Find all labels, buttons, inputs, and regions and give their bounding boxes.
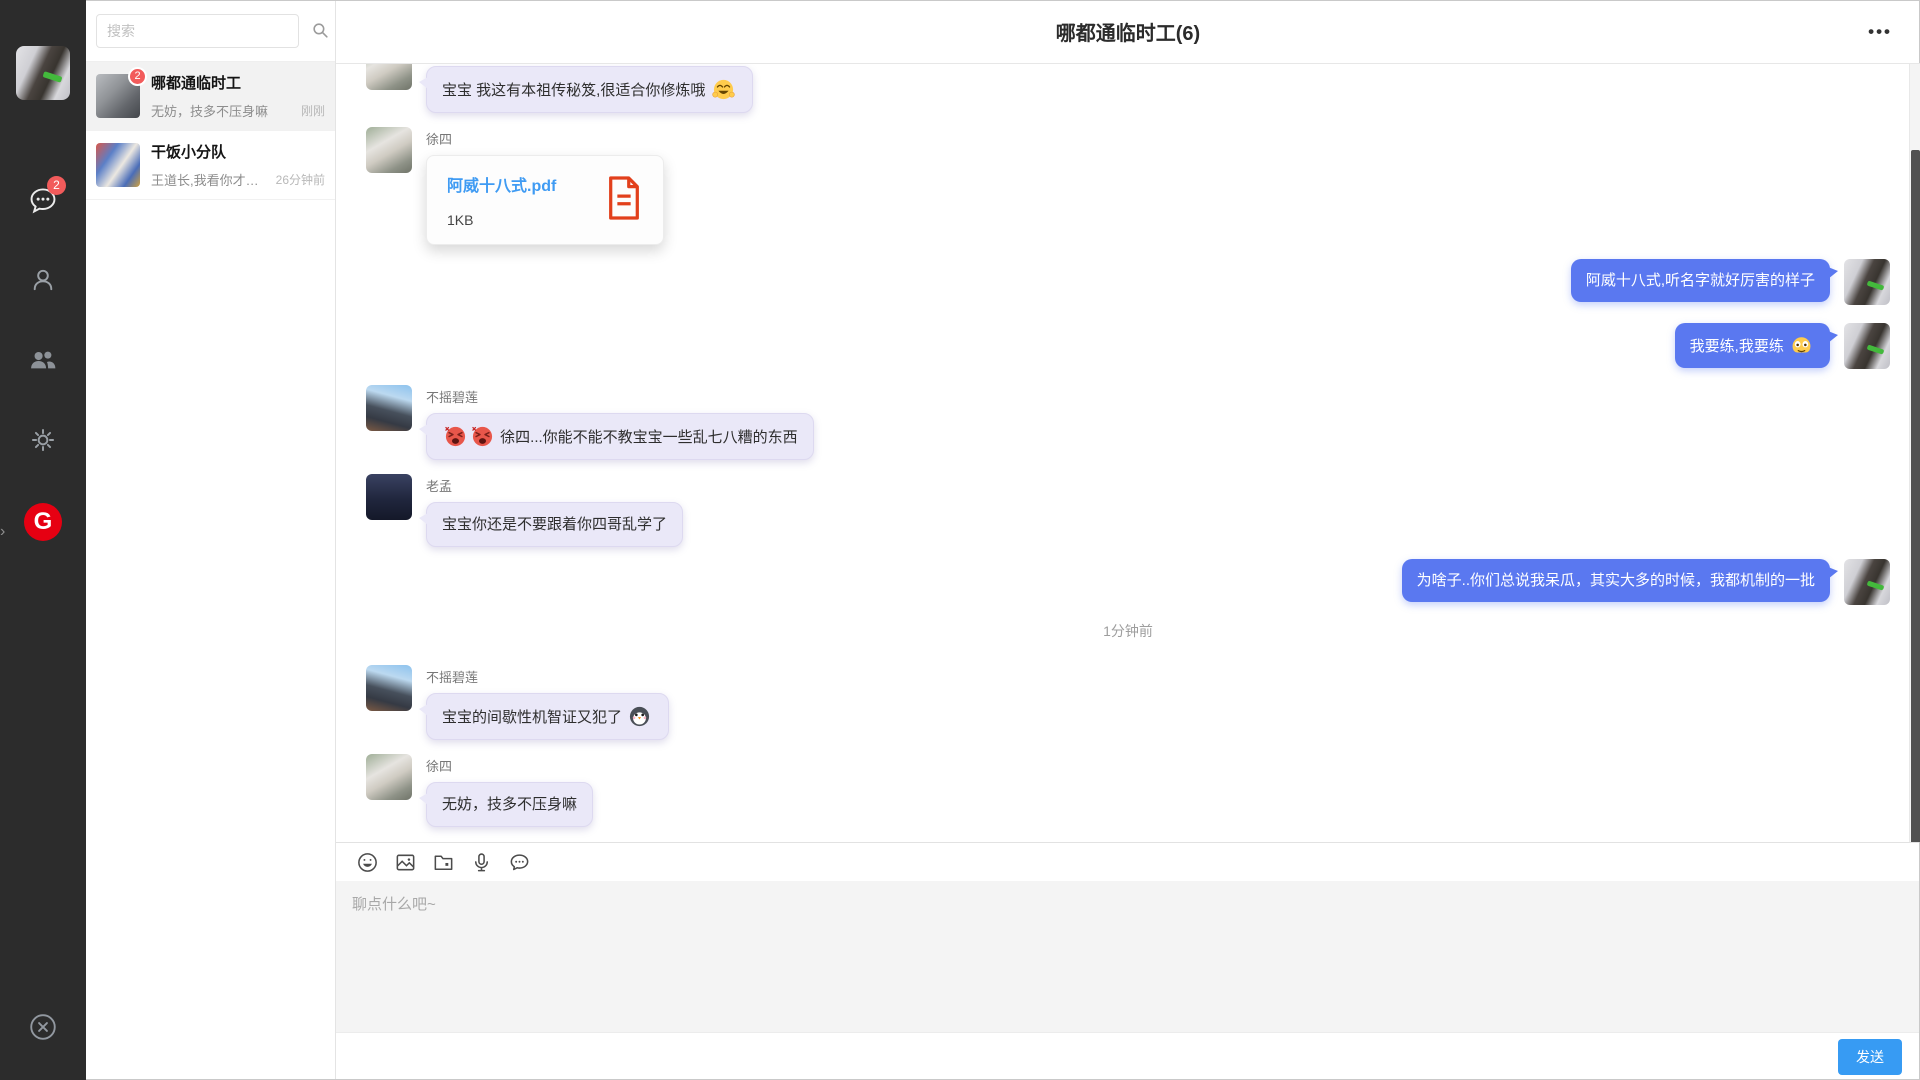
message-bubble: 阿威十八式,听名字就好厉害的样子	[1571, 259, 1830, 302]
message-bubble: 宝宝 我这有本祖传秘笈,很适合你修炼哦	[426, 66, 753, 113]
own-avatar[interactable]	[1844, 259, 1890, 305]
more-options-icon[interactable]: •••	[1868, 22, 1892, 42]
panel-collapse-chevron-icon[interactable]: ›	[0, 524, 5, 540]
conversation-title: 哪都通临时工	[151, 72, 325, 93]
message-row: 不摇碧莲 徐四...你能不能不教宝宝一些乱七八糟的东西	[336, 385, 1920, 460]
message-row: 阿威十八式,听名字就好厉害的样子	[336, 259, 1920, 305]
sender-name: 徐四	[426, 756, 593, 775]
nav-chats[interactable]: 2	[0, 162, 86, 242]
sender-avatar[interactable]	[366, 127, 412, 173]
group-icon	[28, 345, 58, 380]
sender-avatar[interactable]	[366, 385, 412, 431]
nav-settings[interactable]	[0, 402, 86, 482]
current-user-avatar[interactable]	[16, 46, 70, 100]
message-row: 不摇碧莲 宝宝的间歇性机智证又犯了	[336, 665, 1920, 740]
message-bubble: 无妨，技多不压身嘛	[426, 782, 593, 827]
conversation-avatar: 2	[96, 74, 140, 118]
scrollbar-thumb[interactable]	[1911, 150, 1920, 842]
folder-icon[interactable]	[432, 851, 455, 874]
search-icon[interactable]	[311, 21, 330, 40]
sender-name: 不摇碧莲	[426, 667, 669, 686]
scrollbar-track	[1909, 64, 1920, 842]
unread-badge: 2	[128, 67, 147, 86]
own-avatar[interactable]	[1844, 323, 1890, 369]
sender-name: 不摇碧莲	[426, 387, 814, 406]
melting-face-emoji-icon	[1790, 334, 1813, 357]
message-bubble: 宝宝你还是不要跟着你四哥乱学了	[426, 502, 683, 547]
message-row: 为啥子..你们总说我呆瓜，其实大多的时候，我都机制的一批	[336, 559, 1920, 605]
message-row: 我要练,我要练	[336, 323, 1920, 369]
composer: 发送	[336, 842, 1920, 1080]
emoji-icon[interactable]	[356, 851, 379, 874]
message-bubble: 宝宝的间歇性机智证又犯了	[426, 693, 669, 740]
conversation-avatar	[96, 143, 140, 187]
file-size: 1KB	[447, 212, 591, 228]
message-row: 徐四 无妨，技多不压身嘛	[336, 754, 1920, 827]
image-icon[interactable]	[394, 851, 417, 874]
chat-app-window: 2 G	[0, 0, 1920, 1080]
conversation-item-nadutong[interactable]: 2 哪都通临时工 无妨，技多不压身嘛 刚刚	[86, 62, 335, 131]
penguin-emoji-icon	[628, 705, 651, 728]
conversation-time: 刚刚	[301, 102, 325, 119]
message-bubble: 徐四...你能不能不教宝宝一些乱七八糟的东西	[426, 413, 814, 460]
sender-avatar[interactable]	[366, 474, 412, 520]
search-input[interactable]	[96, 14, 299, 48]
message-input-area	[336, 881, 1920, 1032]
conversation-time: 26分钟前	[276, 171, 325, 188]
sender-avatar[interactable]	[366, 754, 412, 800]
conversation-title: 干饭小分队	[151, 141, 325, 162]
message-row: 宝宝 我这有本祖传秘笈,很适合你修炼哦	[336, 64, 1920, 113]
close-icon	[27, 1030, 59, 1047]
conversation-preview: 无妨，技多不压身嘛	[151, 101, 295, 120]
sender-name: 老孟	[426, 476, 683, 495]
nav-groups[interactable]	[0, 322, 86, 402]
file-name: 阿威十八式.pdf	[447, 172, 591, 196]
chat-history-icon[interactable]	[508, 851, 531, 874]
nav-logo[interactable]: G	[0, 482, 86, 562]
conversation-preview: 王道长,我看你才…	[151, 170, 270, 189]
pdf-file-icon	[605, 175, 643, 226]
file-attachment-card[interactable]: 阿威十八式.pdf 1KB	[426, 155, 664, 245]
message-bubble: 我要练,我要练	[1675, 323, 1830, 368]
app-rail: 2 G	[0, 0, 86, 1080]
sender-name: 徐四	[426, 129, 664, 148]
unread-badge: 2	[47, 176, 66, 195]
chat-header: 哪都通临时工(6) •••	[336, 0, 1920, 64]
close-button[interactable]	[27, 1011, 59, 1048]
chat-main-panel: 哪都通临时工(6) ••• 宝宝 我这有本祖传秘笈,很适合你修炼哦 徐四 阿威十…	[336, 0, 1920, 1080]
g-logo-icon: G	[24, 503, 62, 541]
hug-emoji-icon	[712, 78, 735, 101]
angry-emoji-icon	[444, 425, 467, 448]
message-row: 徐四 阿威十八式.pdf 1KB	[336, 127, 1920, 245]
mic-icon[interactable]	[470, 851, 493, 874]
sender-avatar[interactable]	[366, 665, 412, 711]
sender-avatar[interactable]	[366, 64, 412, 90]
contacts-icon	[29, 266, 57, 299]
message-input[interactable]	[336, 881, 1920, 1032]
gear-icon	[29, 426, 57, 459]
message-row: 老孟 宝宝你还是不要跟着你四哥乱学了	[336, 474, 1920, 547]
conversation-item-ganfan[interactable]: 干饭小分队 王道长,我看你才… 26分钟前	[86, 131, 335, 200]
angry-emoji-icon	[471, 425, 494, 448]
send-button[interactable]: 发送	[1838, 1039, 1902, 1075]
chat-title: 哪都通临时工(6)	[1056, 17, 1200, 46]
message-list: 宝宝 我这有本祖传秘笈,很适合你修炼哦 徐四 阿威十八式.pdf 1KB	[336, 64, 1920, 842]
time-divider: 1分钟前	[336, 621, 1920, 641]
conversation-list-panel: 2 哪都通临时工 无妨，技多不压身嘛 刚刚 干饭小分队 王道长,我看你才… 26…	[86, 0, 336, 1080]
nav-contacts[interactable]	[0, 242, 86, 322]
message-bubble: 为啥子..你们总说我呆瓜，其实大多的时候，我都机制的一批	[1402, 559, 1830, 602]
search-bar	[86, 0, 335, 62]
send-row: 发送	[336, 1032, 1920, 1080]
composer-toolbar	[336, 843, 1920, 881]
own-avatar[interactable]	[1844, 559, 1890, 605]
rail-nav: 2 G	[0, 162, 86, 562]
